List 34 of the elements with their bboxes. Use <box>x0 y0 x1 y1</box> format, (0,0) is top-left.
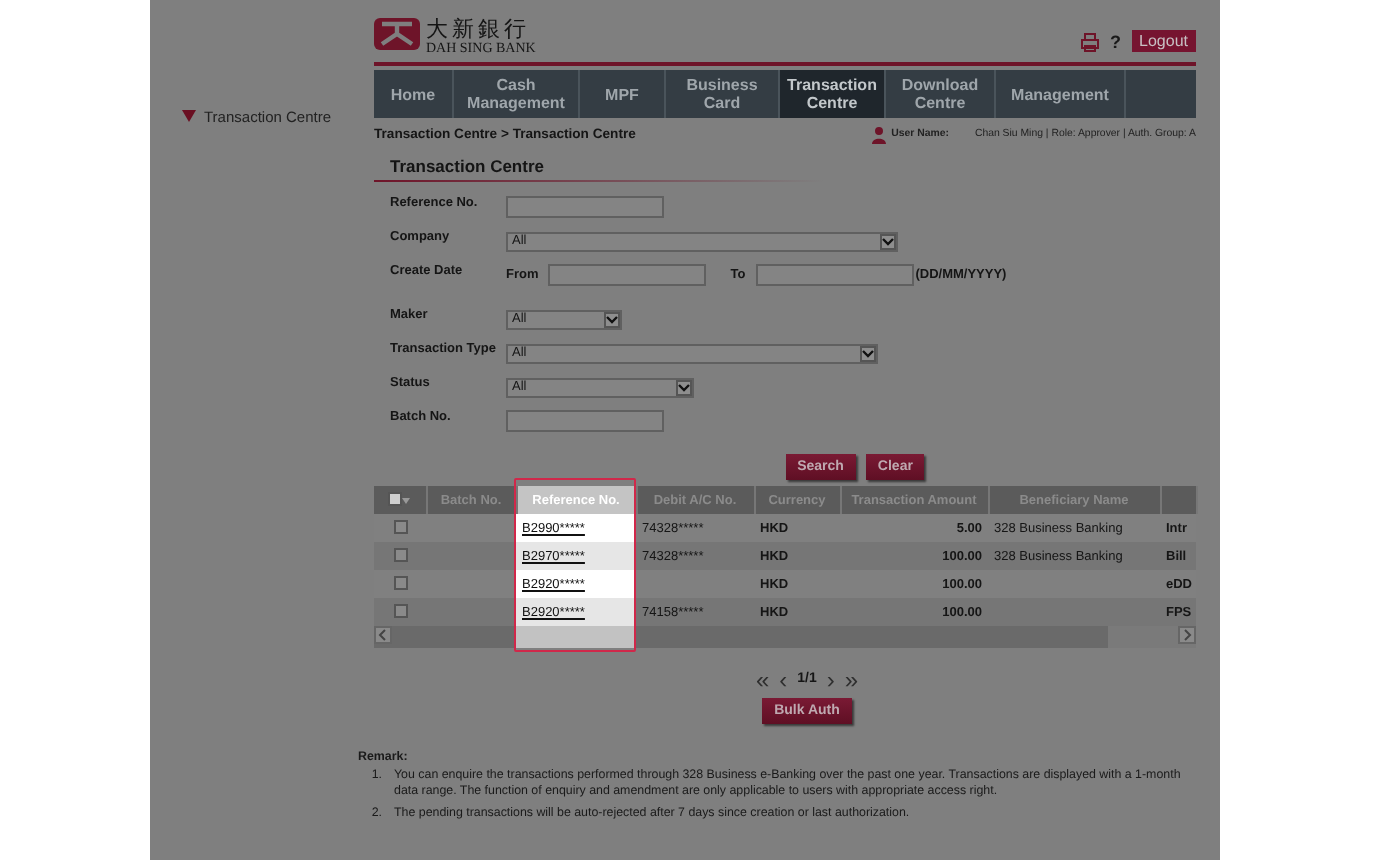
dropdown-arrow-icon <box>880 233 896 249</box>
nav-tab[interactable]: Cash Management <box>454 70 580 118</box>
dropdown-arrow-icon <box>860 345 876 361</box>
printer-icon[interactable] <box>1080 31 1101 51</box>
nav-tab[interactable]: MPF <box>580 70 666 118</box>
input-field[interactable] <box>506 196 664 218</box>
date-field[interactable] <box>548 264 707 286</box>
page-title: Transaction Centre <box>388 154 546 180</box>
column-header[interactable] <box>1160 486 1196 514</box>
first-page-link[interactable]: « <box>755 668 770 692</box>
row-checkbox[interactable] <box>393 548 407 563</box>
row-checkbox[interactable] <box>393 604 407 619</box>
dropdown-arrow-icon <box>604 311 620 327</box>
nav-tab[interactable]: Download Centre <box>886 70 996 118</box>
scroll-right-icon <box>1178 626 1196 644</box>
select-all-checkbox[interactable] <box>388 492 403 507</box>
user-icon <box>871 125 886 143</box>
date-field[interactable] <box>755 264 914 286</box>
previous-page-link[interactable]: ‹ <box>779 668 788 692</box>
input-field[interactable] <box>506 410 664 432</box>
bank-logo-icon <box>374 18 420 50</box>
next-page-link[interactable]: › <box>826 668 835 692</box>
caret-icon <box>402 497 411 504</box>
dropdown-arrow-icon <box>676 379 692 395</box>
help-link[interactable]: ? <box>1110 31 1122 51</box>
logout-button[interactable]: Logout <box>1131 30 1196 52</box>
row-checkbox[interactable] <box>393 520 407 535</box>
row-checkbox[interactable] <box>393 576 407 591</box>
logo-chinese-text: 大新銀行 <box>426 18 532 40</box>
last-page-link[interactable]: » <box>844 668 859 692</box>
select-all-header[interactable] <box>374 486 426 514</box>
nav-tab[interactable]: Management <box>996 70 1126 118</box>
nav-tab[interactable]: Home <box>374 70 454 118</box>
nav-tab[interactable]: Transaction Centre <box>780 70 886 118</box>
